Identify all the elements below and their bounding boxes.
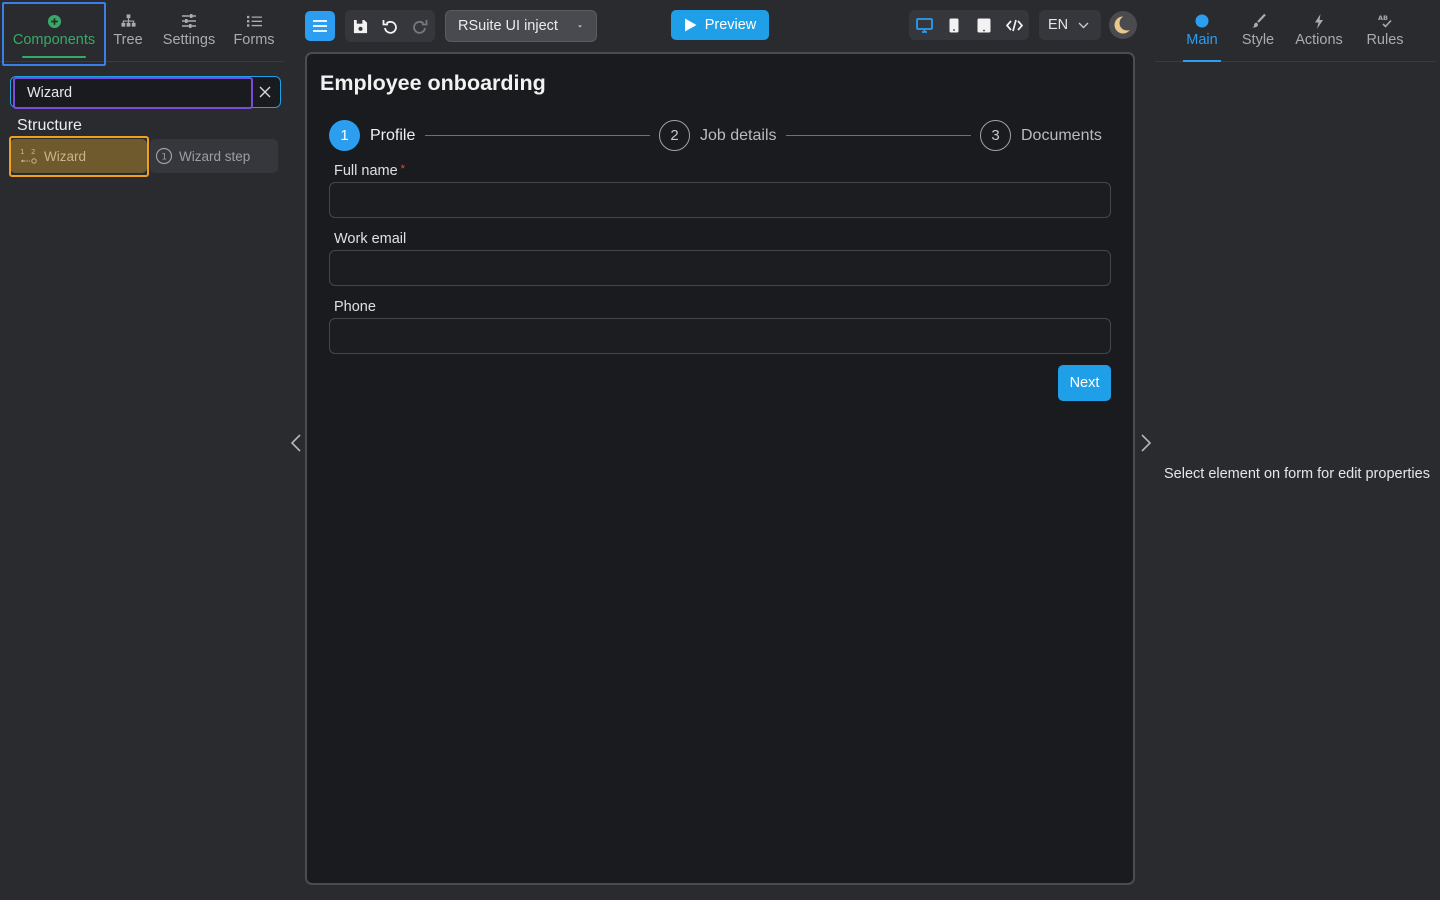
device-toolbar [909, 10, 1029, 40]
full-name-label: Full name * [334, 163, 405, 179]
left-panel: Components Tree Settings Forms St [0, 0, 290, 900]
active-tab-underline [1183, 60, 1221, 62]
redo-icon [412, 18, 428, 34]
next-button[interactable]: Next [1058, 365, 1111, 401]
chevron-down-icon [1078, 22, 1089, 29]
properties-empty-message: Select element on form for edit properti… [1164, 466, 1430, 482]
mobile-view-button[interactable] [939, 10, 969, 40]
wizard-steps-icon: 12 [20, 147, 38, 165]
step-label: Profile [370, 126, 416, 144]
tab-actions[interactable]: Actions [1293, 0, 1345, 62]
svg-text:1: 1 [161, 152, 167, 162]
collapse-right-panel-button[interactable] [1138, 433, 1154, 453]
tab-main-label: Main [1186, 32, 1218, 48]
component-search-input[interactable] [13, 77, 253, 109]
save-icon [353, 19, 368, 34]
tab-style[interactable]: Style [1239, 0, 1277, 62]
lightning-icon [1314, 12, 1324, 30]
chevron-right-icon [1138, 433, 1154, 453]
plus-circle-icon [47, 12, 62, 30]
tab-style-label: Style [1241, 32, 1275, 48]
rules-icon: AB [1377, 12, 1393, 30]
history-toolbar [345, 10, 435, 42]
undo-icon [382, 18, 398, 34]
step-connector [786, 135, 971, 136]
tab-tree[interactable]: Tree [106, 0, 150, 62]
component-wizard[interactable]: 12 Wizard [10, 139, 147, 173]
wizard-step-job-details[interactable]: 2 Job details [659, 120, 777, 151]
mobile-icon [949, 18, 959, 33]
undo-button[interactable] [375, 10, 405, 42]
required-mark: * [400, 163, 405, 175]
sliders-icon [181, 12, 197, 30]
work-email-input[interactable] [329, 250, 1111, 286]
close-icon[interactable] [258, 85, 272, 99]
tab-rules-label: Rules [1366, 32, 1404, 48]
theme-toggle-button[interactable] [1109, 11, 1137, 39]
wizard-step-documents[interactable]: 3 Documents [980, 120, 1102, 151]
step-number: 2 [659, 120, 690, 151]
hamburger-icon [313, 20, 327, 32]
wizard-step-profile[interactable]: 1 Profile [329, 120, 415, 151]
tab-main[interactable]: Main [1183, 0, 1221, 62]
phone-input[interactable] [329, 318, 1111, 354]
tab-forms-label: Forms [233, 32, 275, 48]
component-wizard-step[interactable]: 1 Wizard step [150, 139, 278, 173]
brush-icon [1251, 12, 1266, 30]
form-title: Employee onboarding [320, 71, 546, 95]
theme-select-value: RSuite UI inject [458, 18, 558, 34]
menu-button[interactable] [305, 11, 335, 41]
language-select-value: EN [1048, 17, 1069, 33]
desktop-icon [915, 17, 933, 33]
tab-rules[interactable]: AB Rules [1364, 0, 1406, 62]
component-wizard-label: Wizard [44, 148, 87, 164]
svg-text:2: 2 [31, 148, 35, 156]
svg-text:1: 1 [20, 148, 24, 156]
list-icon [246, 12, 262, 30]
play-icon [684, 18, 697, 32]
tab-settings-label: Settings [162, 32, 216, 48]
component-search [10, 76, 281, 109]
preview-button-label: Preview [704, 17, 757, 33]
full-name-label-text: Full name [334, 163, 398, 179]
step-connector [425, 135, 650, 136]
tablet-view-button[interactable] [969, 10, 999, 40]
tablet-icon [977, 18, 991, 33]
code-icon [1005, 19, 1023, 32]
tree-icon [120, 12, 136, 30]
caret-down-icon [576, 22, 584, 30]
step-number-icon: 1 [155, 147, 173, 165]
theme-select[interactable]: RSuite UI inject [445, 10, 597, 42]
component-wizard-step-label: Wizard step [179, 148, 251, 164]
step-number: 1 [329, 120, 360, 151]
tab-components-label: Components [12, 32, 96, 48]
dot-icon [1195, 12, 1209, 30]
collapse-left-panel-button[interactable] [288, 433, 304, 453]
tab-actions-label: Actions [1295, 32, 1343, 48]
step-label: Job details [700, 126, 777, 144]
right-panel-tabs: Main Style Actions AB Rules [1155, 0, 1436, 62]
tab-components[interactable]: Components [6, 0, 102, 62]
redo-button[interactable] [405, 10, 435, 42]
full-name-input[interactable] [329, 182, 1111, 218]
tab-tree-label: Tree [113, 32, 143, 48]
tab-settings[interactable]: Settings [158, 0, 220, 62]
active-tab-underline [22, 56, 86, 58]
language-select[interactable]: EN [1039, 10, 1101, 40]
desktop-view-button[interactable] [909, 10, 939, 40]
moon-icon [1114, 16, 1132, 34]
preview-button[interactable]: Preview [671, 10, 769, 40]
work-email-label: Work email [334, 231, 407, 247]
step-number: 3 [980, 120, 1011, 151]
section-title-structure: Structure [17, 117, 82, 134]
chevron-left-icon [288, 433, 304, 453]
tab-forms[interactable]: Forms [228, 0, 280, 62]
svg-text:AB: AB [1378, 14, 1388, 22]
save-button[interactable] [345, 10, 375, 42]
step-label: Documents [1021, 126, 1102, 144]
code-view-button[interactable] [999, 10, 1029, 40]
form-canvas: Employee onboarding 1 Profile 2 Job deta… [305, 52, 1135, 885]
phone-label: Phone [334, 299, 376, 315]
left-panel-tabs: Components Tree Settings Forms [0, 0, 284, 62]
